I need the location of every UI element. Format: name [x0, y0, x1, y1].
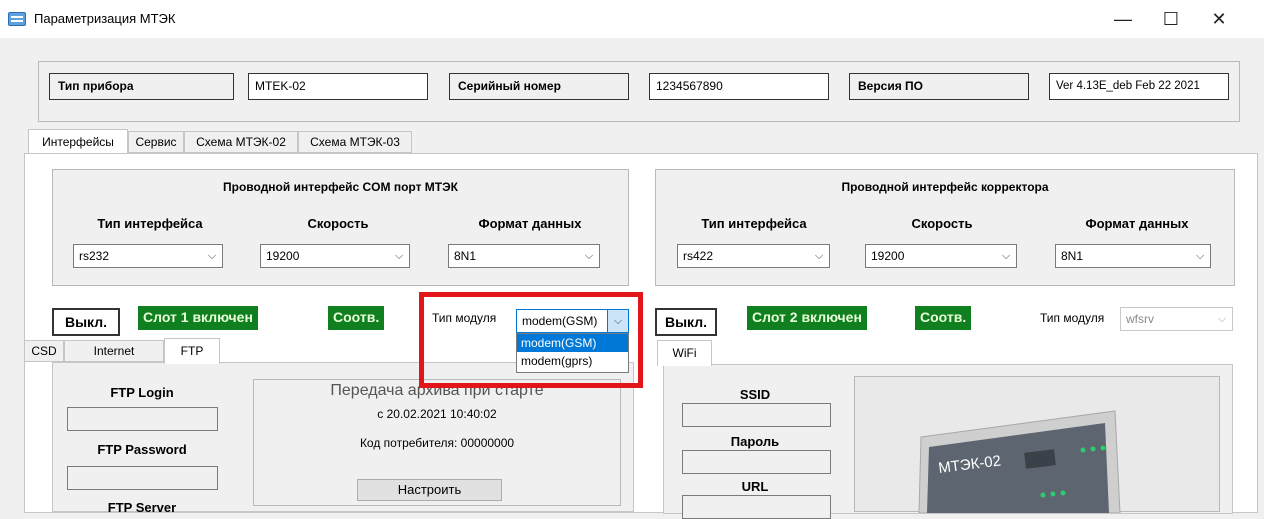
- ftp-password-label: FTP Password: [97, 442, 187, 457]
- com-speed-label: Скорость: [307, 216, 369, 231]
- com-interface-type-value: rs232: [79, 249, 110, 263]
- com-data-format-label: Формат данных: [478, 216, 582, 231]
- ftp-password-input[interactable]: [67, 466, 218, 490]
- corrector-speed-value: 19200: [871, 249, 905, 263]
- subtab-internet[interactable]: Internet: [64, 340, 164, 362]
- com-interface-type-label: Тип интерфейса: [97, 216, 203, 231]
- subtab-ftp[interactable]: FTP: [164, 338, 220, 364]
- chevron-down-icon: ⌵: [814, 250, 824, 262]
- corrector-speed-select[interactable]: 19200 ⌵: [865, 244, 1017, 268]
- tab-scheme-mtek03[interactable]: Схема МТЭК-03: [298, 131, 412, 153]
- ssid-input[interactable]: [682, 403, 831, 427]
- tab-interfaces[interactable]: Интерфейсы: [28, 129, 128, 153]
- com-data-format-value: 8N1: [454, 249, 477, 263]
- url-input[interactable]: [682, 495, 831, 519]
- firmware-version-label: Версия ПО: [849, 73, 1029, 100]
- com-speed-value: 19200: [266, 249, 300, 263]
- corrector-data-format-label: Формат данных: [1085, 216, 1189, 231]
- corrector-interface-type-value: rs422: [683, 249, 714, 263]
- com-speed-select[interactable]: 19200 ⌵: [260, 244, 410, 268]
- subtab-wifi[interactable]: WiFi: [657, 340, 712, 366]
- slot1-off-button[interactable]: Выкл.: [52, 308, 120, 336]
- title-bar: [0, 0, 1264, 38]
- corrector-interface-type-select[interactable]: rs422 ⌵: [677, 244, 830, 268]
- ftp-server-label: FTP Server: [107, 500, 177, 515]
- com-port-group-title: Проводной интерфейс COM порт МТЭК: [223, 180, 458, 194]
- slot1-status-badge: Слот 1 включен: [138, 306, 258, 330]
- close-button[interactable]: ✕: [1196, 0, 1242, 38]
- device-type-field[interactable]: MTEK-02: [248, 73, 428, 100]
- ftp-login-label: FTP Login: [110, 385, 174, 400]
- corrector-data-format-select[interactable]: 8N1 ⌵: [1055, 244, 1211, 268]
- url-label: URL: [741, 479, 769, 494]
- corrector-group-title: Проводной интерфейс корректора: [841, 180, 1049, 194]
- subtab-csd[interactable]: CSD: [24, 340, 64, 362]
- slot1-match-badge: Соотв.: [328, 306, 385, 330]
- chevron-down-icon: ⌵: [1001, 250, 1011, 262]
- chevron-down-icon: ⌵: [1195, 250, 1205, 262]
- corrector-interface-type-label: Тип интерфейса: [701, 216, 807, 231]
- com-interface-type-select[interactable]: rs232 ⌵: [73, 244, 223, 268]
- chevron-down-icon: ⌵: [1217, 313, 1227, 325]
- chevron-down-icon: ⌵: [394, 250, 404, 262]
- minimize-button[interactable]: —: [1100, 0, 1146, 38]
- ssid-label: SSID: [739, 387, 771, 402]
- chevron-down-icon: ⌵: [207, 250, 217, 262]
- slot1-module-type-dropdown: modem(GSM) modem(gprs): [516, 333, 629, 373]
- archive-since-date: с 20.02.2021 10:40:02: [377, 407, 497, 421]
- module-option-gsm[interactable]: modem(GSM): [517, 334, 628, 352]
- serial-number-label: Серийный номер: [449, 73, 629, 100]
- wifi-password-label: Пароль: [730, 434, 780, 449]
- device-image-frame: МТЭК-02: [854, 376, 1220, 514]
- device-type-label: Тип прибора: [49, 73, 234, 100]
- device-image: МТЭК-02: [918, 410, 1121, 514]
- slot2-off-button[interactable]: Выкл.: [655, 308, 717, 336]
- corrector-speed-label: Скорость: [911, 216, 973, 231]
- slot2-module-type-select[interactable]: wfsrv ⌵: [1120, 307, 1233, 331]
- corrector-data-format-value: 8N1: [1061, 249, 1084, 263]
- window-title: Параметризация МТЭК: [34, 11, 176, 26]
- tab-scheme-mtek02[interactable]: Схема МТЭК-02: [184, 131, 298, 153]
- slot2-match-badge: Соотв.: [915, 306, 972, 330]
- maximize-button[interactable]: ☐: [1148, 0, 1194, 38]
- module-option-gprs[interactable]: modem(gprs): [517, 352, 628, 370]
- wifi-password-input[interactable]: [682, 450, 831, 474]
- tab-service[interactable]: Сервис: [128, 131, 184, 153]
- slot2-module-type-label: Тип модуля: [1040, 311, 1105, 325]
- serial-number-field[interactable]: 1234567890: [649, 73, 829, 100]
- configure-button[interactable]: Настроить: [357, 479, 502, 501]
- com-data-format-select[interactable]: 8N1 ⌵: [448, 244, 600, 268]
- slot2-status-badge: Слот 2 включен: [747, 306, 867, 330]
- consumer-code: Код потребителя: 00000000: [359, 436, 515, 450]
- ftp-login-input[interactable]: [67, 407, 218, 431]
- chevron-down-icon: ⌵: [584, 250, 594, 262]
- slot2-module-type-value: wfsrv: [1126, 312, 1154, 326]
- app-icon: [8, 12, 26, 26]
- firmware-version-field[interactable]: Ver 4.13E_deb Feb 22 2021: [1049, 73, 1229, 100]
- main-tabstrip: Интерфейсы Сервис Схема МТЭК-02 Схема МТ…: [28, 129, 428, 153]
